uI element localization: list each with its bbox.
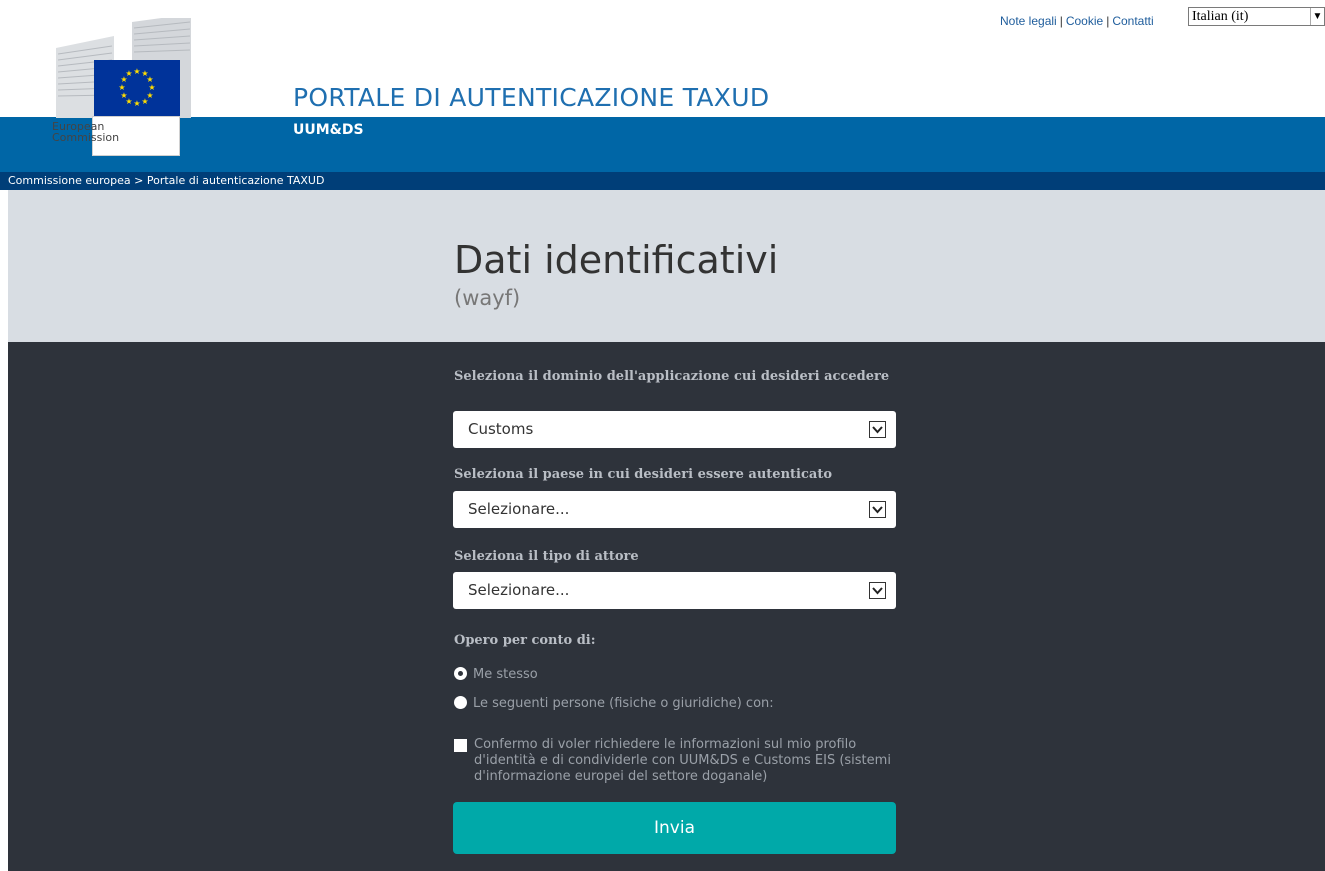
radio-others[interactable]: Le seguenti persone (fisiche o giuridich… [454, 696, 774, 712]
breadcrumb: Commissione europea > Portale di autenti… [0, 172, 1325, 190]
breadcrumb-home[interactable]: Commissione europea [8, 174, 131, 187]
header-band [0, 117, 1325, 172]
language-select-value: Italian (it) [1192, 9, 1249, 24]
chevron-down-icon [869, 582, 886, 599]
contacts-link[interactable]: Contatti [1112, 14, 1153, 28]
behalf-label: Opero per conto di: [454, 633, 596, 648]
chevron-down-icon [869, 501, 886, 518]
svg-text:★: ★ [133, 67, 140, 76]
cookie-link[interactable]: Cookie [1066, 14, 1103, 28]
site-header: ★ ★ ★ ★ ★ ★ ★ ★ ★ ★ ★ ★ European Commission PORT… [0, 0, 1325, 190]
page-subtitle: (wayf) [454, 286, 521, 310]
submit-button[interactable]: Invia [453, 802, 896, 854]
portal-title: PORTALE DI AUTENTICAZIONE TAXUD [293, 83, 770, 112]
svg-text:★: ★ [120, 91, 127, 100]
radio-button-checked[interactable] [454, 667, 467, 680]
breadcrumb-separator: > [134, 174, 144, 187]
country-label: Seleziona il paese in cui desideri esser… [454, 467, 832, 482]
radio-self[interactable]: Me stesso [454, 667, 538, 683]
svg-text:★: ★ [141, 97, 148, 106]
eu-flag-icon: ★ ★ ★ ★ ★ ★ ★ ★ ★ ★ ★ ★ [94, 60, 180, 116]
actor-select-value: Selezionare... [468, 581, 570, 599]
chevron-down-icon: ▼ [1310, 8, 1324, 25]
page-title: Dati identificativi [454, 238, 779, 282]
legal-notice-link[interactable]: Note legali [1000, 14, 1057, 28]
language-select[interactable]: Italian (it) ▼ [1188, 7, 1325, 26]
svg-text:★: ★ [133, 99, 140, 108]
radio-self-label: Me stesso [473, 667, 538, 682]
consent-checkbox[interactable] [454, 739, 467, 752]
logo-text: European Commission [52, 120, 120, 144]
portal-subtitle: UUM&DS [293, 122, 364, 138]
top-links: Note legali | Cookie | Contatti [1000, 14, 1154, 28]
radio-others-label: Le seguenti persone (fisiche o giuridich… [473, 696, 774, 711]
svg-text:★: ★ [125, 69, 132, 78]
actor-label: Seleziona il tipo di attore [454, 549, 639, 564]
consent-text: Confermo di voler richiedere le informaz… [474, 737, 891, 784]
svg-text:★: ★ [118, 83, 125, 92]
actor-select[interactable]: Selezionare... [453, 572, 896, 609]
domain-select[interactable]: Customs [453, 411, 896, 448]
radio-button[interactable] [454, 696, 467, 709]
country-select-value: Selezionare... [468, 500, 570, 518]
chevron-down-icon [869, 421, 886, 438]
domain-label: Seleziona il dominio dell'applicazione c… [454, 369, 890, 384]
domain-select-value: Customs [468, 420, 534, 438]
breadcrumb-current: Portale di autenticazione TAXUD [146, 174, 325, 187]
country-select[interactable]: Selezionare... [453, 491, 896, 528]
